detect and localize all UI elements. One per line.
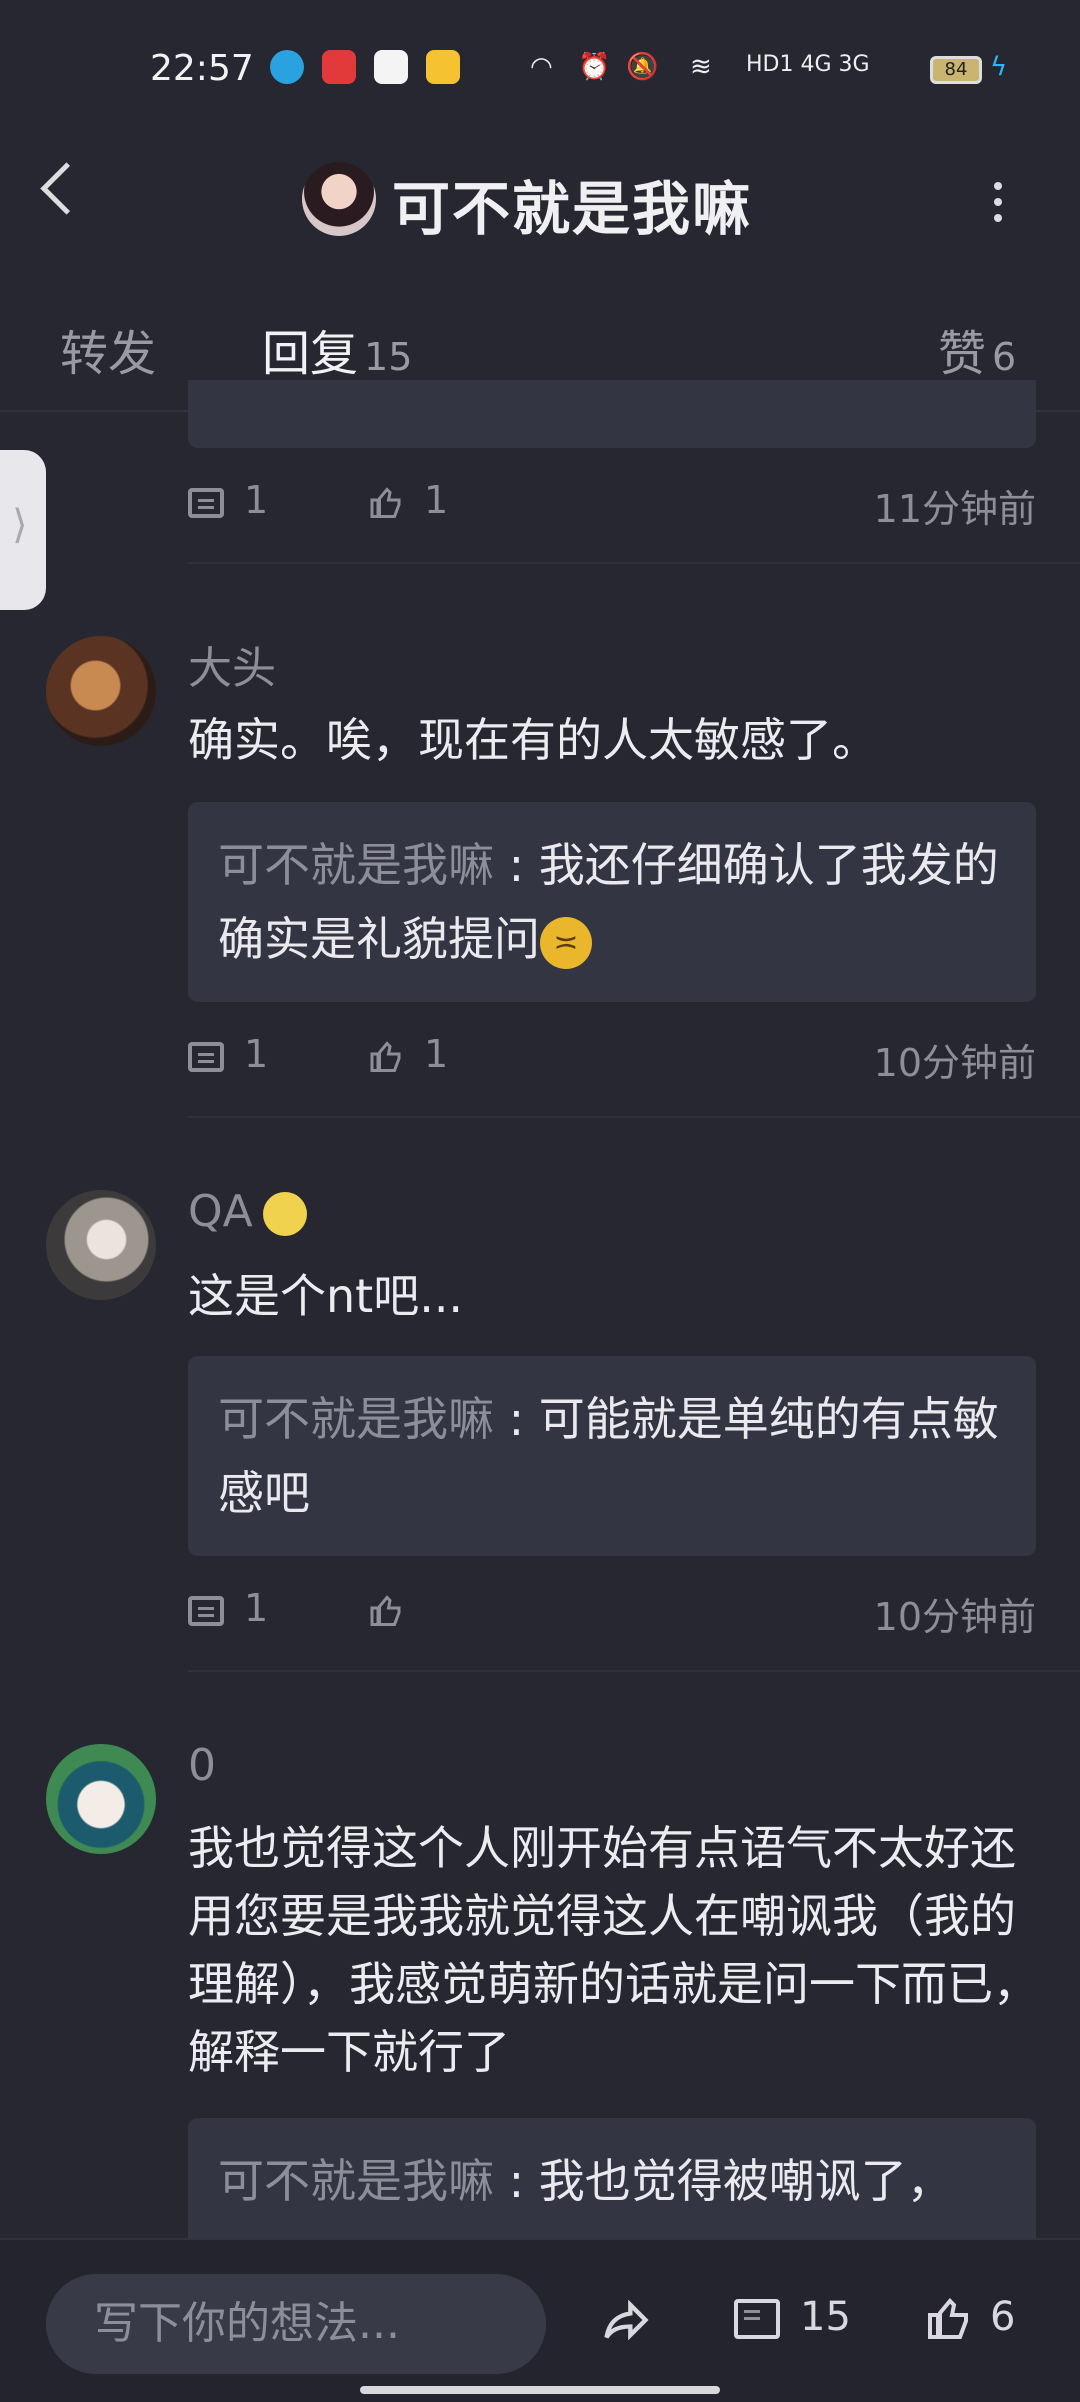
chevron-right-icon: ⟩ (12, 502, 28, 548)
comments-button[interactable]: 15 (734, 2294, 851, 2340)
wifi-icon: ≋ (690, 52, 712, 82)
reply-button[interactable]: 1 (188, 478, 268, 522)
comment-icon (188, 1041, 224, 1072)
avatar[interactable] (46, 636, 156, 746)
back-arrow-icon[interactable] (40, 162, 93, 215)
quote-separator: : (494, 1392, 539, 1446)
like-count: 1 (424, 1032, 449, 1076)
grimace-emoji-icon: ≍ (540, 916, 592, 969)
divider (188, 1670, 1080, 1672)
comment-text: 这是个nt吧... (188, 1269, 464, 1323)
top-nav: 可不就是我嘛 (0, 140, 1080, 260)
quote-author[interactable]: 可不就是我嘛 (218, 2154, 494, 2208)
tab-reply[interactable]: 回复 15 (262, 314, 412, 384)
tab-reply-label: 回复 (262, 326, 359, 382)
tab-like-label: 赞 (938, 326, 987, 382)
reply-button[interactable]: 1 (188, 1032, 268, 1076)
thumb-up-icon (370, 1594, 401, 1626)
xiaohongshu-icon (322, 50, 356, 84)
thumb-up-icon (370, 486, 401, 518)
share-icon (604, 2299, 649, 2341)
divider (188, 1116, 1080, 1118)
comment-actions: 1 1 10分钟前 (188, 1032, 1036, 1092)
like-count: 1 (424, 478, 449, 522)
like-button[interactable]: 6 (926, 2294, 1015, 2343)
timestamp: 10分钟前 (873, 1041, 1036, 1085)
comment-text: 确实。唉，现在有的人太敏感了。 (188, 713, 878, 767)
network-indicator: HD1 4G 3G (746, 52, 870, 77)
reply-count: 1 (244, 1032, 269, 1076)
tab-like[interactable]: 赞6 (938, 314, 1016, 384)
status-bar: 22:57 ◠ ⏰ 🔕 ≋ HD1 4G 3G 84 ϟ (0, 0, 1080, 140)
timestamp: 11分钟前 (873, 487, 1036, 531)
timestamp: 10分钟前 (873, 1595, 1036, 1639)
tab-reply-count: 15 (364, 335, 413, 379)
side-drawer-handle[interactable]: ⟩ (0, 450, 46, 610)
comment-username[interactable]: QA (188, 1186, 307, 1237)
like-button[interactable]: 1 (368, 1032, 448, 1076)
like-button[interactable] (368, 1586, 424, 1630)
clock: 22:57 (150, 48, 254, 89)
comment-count: 15 (800, 2294, 851, 2340)
comment-username-text: QA (188, 1186, 253, 1237)
alarm-icon: ⏰ (578, 52, 611, 82)
like-button[interactable]: 1 (368, 478, 448, 522)
comment-actions: 1 1 11分钟前 (188, 478, 1036, 538)
comment-username[interactable]: 大头 (188, 632, 276, 696)
comment-icon (188, 1595, 224, 1626)
tab-like-count: 6 (992, 335, 1017, 379)
reply-count: 1 (244, 1586, 269, 1630)
thumb-up-icon (928, 2298, 968, 2339)
comment-text: 我也觉得这个人刚开始有点语气不太好还用您要是我我就觉得这人在嘲讽我（我的理解），… (188, 1821, 1039, 2079)
share-button[interactable] (598, 2294, 654, 2356)
tab-forward[interactable]: 转发 (60, 314, 156, 384)
divider (188, 562, 1080, 564)
tencent-video-icon (374, 50, 408, 84)
tab-forward-label: 转发 (60, 326, 157, 382)
weibo-icon (426, 50, 460, 84)
like-count: 6 (990, 2294, 1016, 2340)
avatar[interactable] (46, 1744, 156, 1854)
battery-icon: 84 (930, 56, 982, 84)
reply-button[interactable]: 1 (188, 1586, 268, 1630)
character-badge-icon (262, 1192, 307, 1236)
bottom-action-bar: 写下你的想法... 15 6 (0, 2238, 1080, 2402)
reply-quote[interactable]: 可不就是我嘛 : 我也觉得被嘲讽了， (188, 2118, 1036, 2242)
home-indicator (360, 2386, 720, 2394)
charging-icon: ϟ (990, 52, 1008, 82)
more-options-icon[interactable] (994, 182, 1002, 222)
previous-quote-card (188, 380, 1036, 448)
comment-icon (188, 487, 224, 518)
qq-icon (270, 50, 304, 84)
avatar[interactable] (302, 162, 376, 236)
comment-actions: 1 10分钟前 (188, 1586, 1036, 1646)
reply-quote[interactable]: 可不就是我嘛 : 我还仔细确认了我发的确实是礼貌提问 ≍ (188, 802, 1036, 1002)
reply-count: 1 (244, 478, 269, 522)
quote-text: 我也觉得被嘲讽了， (538, 2154, 953, 2208)
comment-input[interactable]: 写下你的想法... (46, 2274, 546, 2374)
quote-author[interactable]: 可不就是我嘛 (218, 1392, 494, 1446)
page-title: 可不就是我嘛 (392, 175, 753, 243)
reply-quote[interactable]: 可不就是我嘛 : 可能就是单纯的有点敏感吧 (188, 1356, 1036, 1556)
quote-separator: : (494, 2154, 539, 2208)
comment-icon (734, 2299, 780, 2339)
quote-author[interactable]: 可不就是我嘛 (218, 838, 494, 892)
thumb-up-icon (370, 1040, 401, 1072)
headphone-icon: ◠ (530, 52, 553, 82)
mute-icon: 🔕 (626, 52, 659, 82)
comment-username[interactable]: 0 (188, 1740, 216, 1791)
avatar[interactable] (46, 1190, 156, 1300)
quote-separator: : (494, 838, 539, 892)
